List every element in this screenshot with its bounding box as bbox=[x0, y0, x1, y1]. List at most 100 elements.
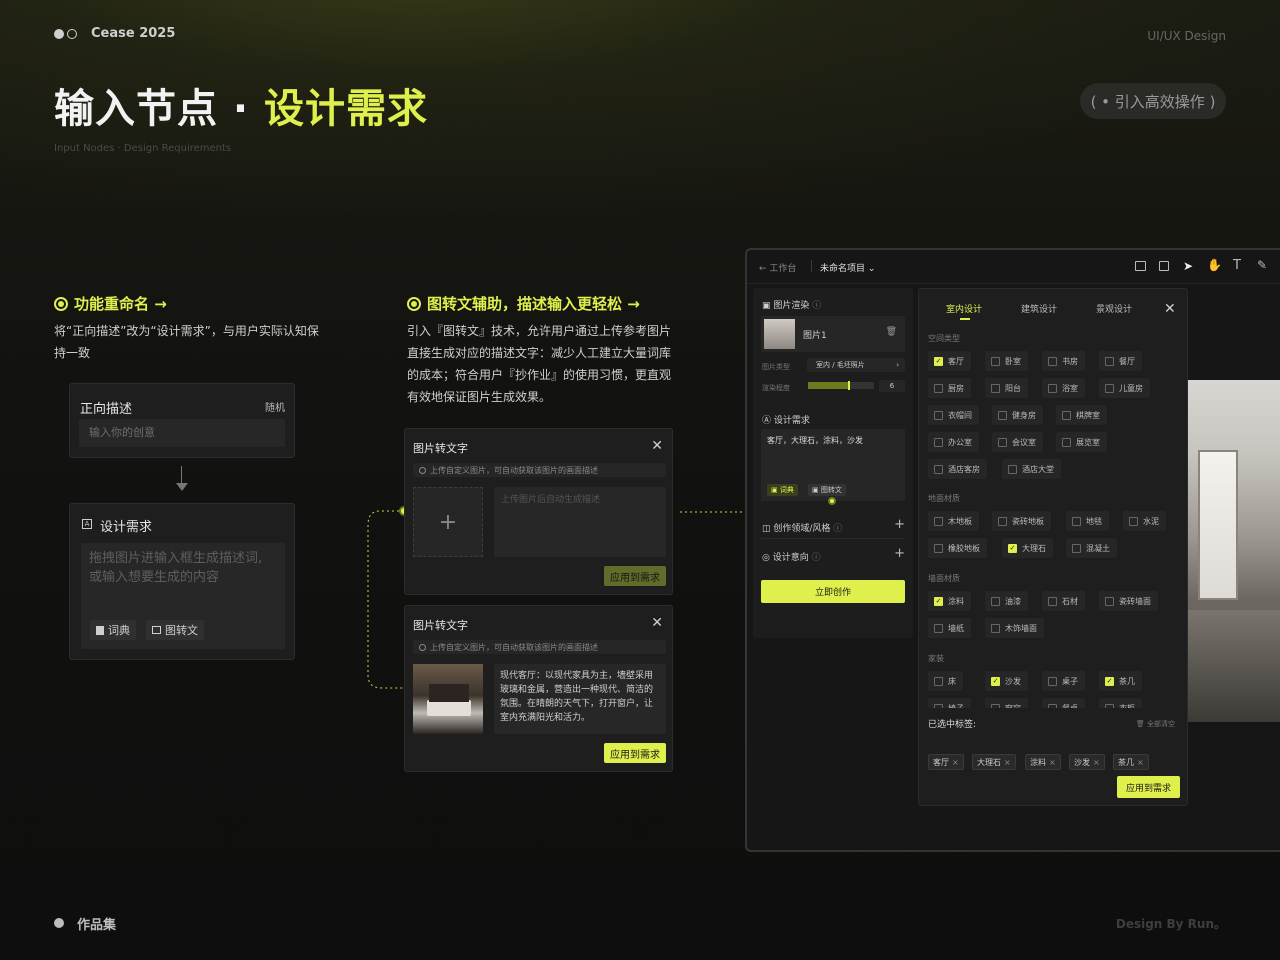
selected-tag[interactable]: 客厅 × bbox=[928, 754, 964, 770]
checkbox-icon[interactable] bbox=[934, 410, 943, 420]
trash-icon[interactable]: 🗑 bbox=[886, 327, 897, 337]
option-石材[interactable]: 石材 bbox=[1042, 591, 1085, 611]
remove-tag-icon[interactable]: × bbox=[1049, 758, 1056, 767]
checkbox-checked-icon[interactable]: ✓ bbox=[934, 596, 943, 606]
image-tool-icon[interactable] bbox=[1135, 261, 1146, 271]
option-水泥[interactable]: 水泥 bbox=[1123, 511, 1166, 531]
option-橡胶地板[interactable]: 橡胶地板 bbox=[928, 538, 987, 558]
dictionary-chip[interactable]: 词典 bbox=[90, 620, 136, 640]
option-涂料[interactable]: ✓ 涂料 bbox=[928, 591, 971, 611]
selected-tag[interactable]: 茶几 × bbox=[1113, 754, 1149, 770]
checkbox-icon[interactable] bbox=[934, 516, 943, 526]
help-icon[interactable]: ⓘ bbox=[812, 301, 821, 311]
checkbox-checked-icon[interactable]: ✓ bbox=[934, 356, 943, 366]
close-icon[interactable]: ✕ bbox=[1164, 302, 1176, 316]
upload-image-button[interactable]: + bbox=[413, 487, 483, 557]
checkbox-icon[interactable] bbox=[934, 464, 943, 474]
remove-tag-icon[interactable]: × bbox=[1004, 758, 1011, 767]
option-展览室[interactable]: 展览室 bbox=[1056, 432, 1107, 452]
add-style-icon[interactable]: + bbox=[894, 517, 905, 532]
option-书房[interactable]: 书房 bbox=[1042, 351, 1085, 371]
checkbox-icon[interactable] bbox=[1048, 356, 1057, 366]
checkbox-icon[interactable] bbox=[1105, 356, 1114, 366]
checkbox-checked-icon[interactable]: ✓ bbox=[991, 676, 1000, 686]
checkbox-icon[interactable] bbox=[1105, 383, 1114, 393]
image-type-select[interactable]: 室内 / 毛坯照片 › bbox=[807, 358, 905, 372]
description-output[interactable]: 现代客厅：以现代家具为主，墙壁采用玻璃和金属，营造出一种现代、简洁的氛围。在晴朗… bbox=[494, 664, 666, 734]
option-油漆[interactable]: 油漆 bbox=[985, 591, 1028, 611]
checkbox-icon[interactable] bbox=[1072, 543, 1081, 553]
project-name-dropdown[interactable]: 未命名项目 ⌄ bbox=[820, 261, 875, 274]
checkbox-icon[interactable] bbox=[991, 356, 1000, 366]
option-棋牌室[interactable]: 棋牌室 bbox=[1056, 405, 1107, 425]
remove-tag-icon[interactable]: × bbox=[1137, 758, 1144, 767]
create-now-button[interactable]: 立即创作 bbox=[761, 580, 905, 603]
option-阳台[interactable]: 阳台 bbox=[985, 378, 1028, 398]
close-icon[interactable]: ✕ bbox=[651, 439, 663, 453]
checkbox-icon[interactable] bbox=[998, 437, 1007, 447]
remove-tag-icon[interactable]: × bbox=[1093, 758, 1100, 767]
checkbox-icon[interactable] bbox=[1062, 437, 1071, 447]
option-会议室[interactable]: 会议室 bbox=[992, 432, 1043, 452]
checkbox-icon[interactable] bbox=[934, 383, 943, 393]
option-酒店大堂[interactable]: 酒店大堂 bbox=[1002, 459, 1061, 479]
apply-to-requirements-button[interactable]: 应用到需求 bbox=[1117, 776, 1180, 798]
option-瓷砖墙面[interactable]: 瓷砖墙面 bbox=[1099, 591, 1158, 611]
checkbox-icon[interactable] bbox=[1008, 464, 1017, 474]
text-tool-icon[interactable]: T bbox=[1233, 258, 1241, 273]
checkbox-icon[interactable] bbox=[1048, 383, 1057, 393]
option-桌子[interactable]: 桌子 bbox=[1042, 671, 1085, 691]
option-餐厅[interactable]: 餐厅 bbox=[1099, 351, 1142, 371]
checkbox-icon[interactable] bbox=[991, 596, 1000, 606]
hand-tool-icon[interactable]: ✋ bbox=[1207, 258, 1222, 272]
img2txt-chip[interactable]: 图转文 bbox=[146, 620, 204, 640]
apply-button-disabled[interactable]: 应用到需求 bbox=[604, 566, 666, 586]
option-卧室[interactable]: 卧室 bbox=[985, 351, 1028, 371]
selected-tag[interactable]: 大理石 × bbox=[972, 754, 1016, 770]
checkbox-icon[interactable] bbox=[1048, 676, 1057, 686]
option-墙纸[interactable]: 墙纸 bbox=[928, 618, 971, 638]
option-沙发[interactable]: ✓ 沙发 bbox=[985, 671, 1028, 691]
workspace-back-link[interactable]: ← 工作台 bbox=[759, 261, 796, 274]
option-浴室[interactable]: 浴室 bbox=[1042, 378, 1085, 398]
bedroom-thumbnail[interactable] bbox=[413, 664, 483, 734]
option-客厅[interactable]: ✓ 客厅 bbox=[928, 351, 971, 371]
checkbox-icon[interactable] bbox=[998, 410, 1007, 420]
checkbox-icon[interactable] bbox=[934, 623, 943, 633]
checkbox-icon[interactable] bbox=[1062, 410, 1071, 420]
tab-landscape[interactable]: 景观设计 bbox=[1096, 302, 1132, 315]
option-厨房[interactable]: 厨房 bbox=[928, 378, 971, 398]
option-儿童房[interactable]: 儿童房 bbox=[1099, 378, 1150, 398]
checkbox-icon[interactable] bbox=[1072, 516, 1081, 526]
close-icon[interactable]: ✕ bbox=[651, 616, 663, 630]
description-output[interactable]: 上传图片后自动生成描述 bbox=[494, 487, 666, 557]
tab-interior[interactable]: 室内设计 bbox=[946, 302, 982, 315]
img2txt-chip[interactable]: ▣ 图转文 bbox=[808, 484, 846, 496]
option-大理石[interactable]: ✓ 大理石 bbox=[1002, 538, 1053, 558]
checkbox-icon[interactable] bbox=[934, 676, 943, 686]
remove-tag-icon[interactable]: × bbox=[952, 758, 959, 767]
option-茶几[interactable]: ✓ 茶几 bbox=[1099, 671, 1142, 691]
option-健身房[interactable]: 健身房 bbox=[992, 405, 1043, 425]
help-icon[interactable]: ⓘ bbox=[812, 553, 821, 563]
option-瓷砖地板[interactable]: 瓷砖地板 bbox=[992, 511, 1051, 531]
checkbox-checked-icon[interactable]: ✓ bbox=[1008, 543, 1017, 553]
pen-tool-icon[interactable]: ✎ bbox=[1257, 258, 1267, 272]
tab-architecture[interactable]: 建筑设计 bbox=[1021, 302, 1057, 315]
option-木饰墙面[interactable]: 木饰墙面 bbox=[985, 618, 1044, 638]
slider-handle[interactable] bbox=[847, 381, 850, 390]
prompt-input[interactable]: 输入你的创意 bbox=[79, 419, 285, 447]
option-办公室[interactable]: 办公室 bbox=[928, 432, 979, 452]
render-degree-slider[interactable] bbox=[808, 381, 874, 390]
checkbox-icon[interactable] bbox=[934, 437, 943, 447]
option-衣帽间[interactable]: 衣帽间 bbox=[928, 405, 979, 425]
checkbox-icon[interactable] bbox=[991, 383, 1000, 393]
clear-all-button[interactable]: 🗑 全部清空 bbox=[1136, 719, 1175, 729]
checkbox-icon[interactable] bbox=[998, 516, 1007, 526]
checkbox-icon[interactable] bbox=[934, 543, 943, 553]
add-intent-icon[interactable]: + bbox=[894, 546, 905, 561]
selected-tag[interactable]: 沙发 × bbox=[1069, 754, 1105, 770]
select-tool-icon[interactable]: ➤ bbox=[1183, 259, 1193, 273]
checkbox-icon[interactable] bbox=[991, 623, 1000, 633]
checkbox-icon[interactable] bbox=[1129, 516, 1138, 526]
